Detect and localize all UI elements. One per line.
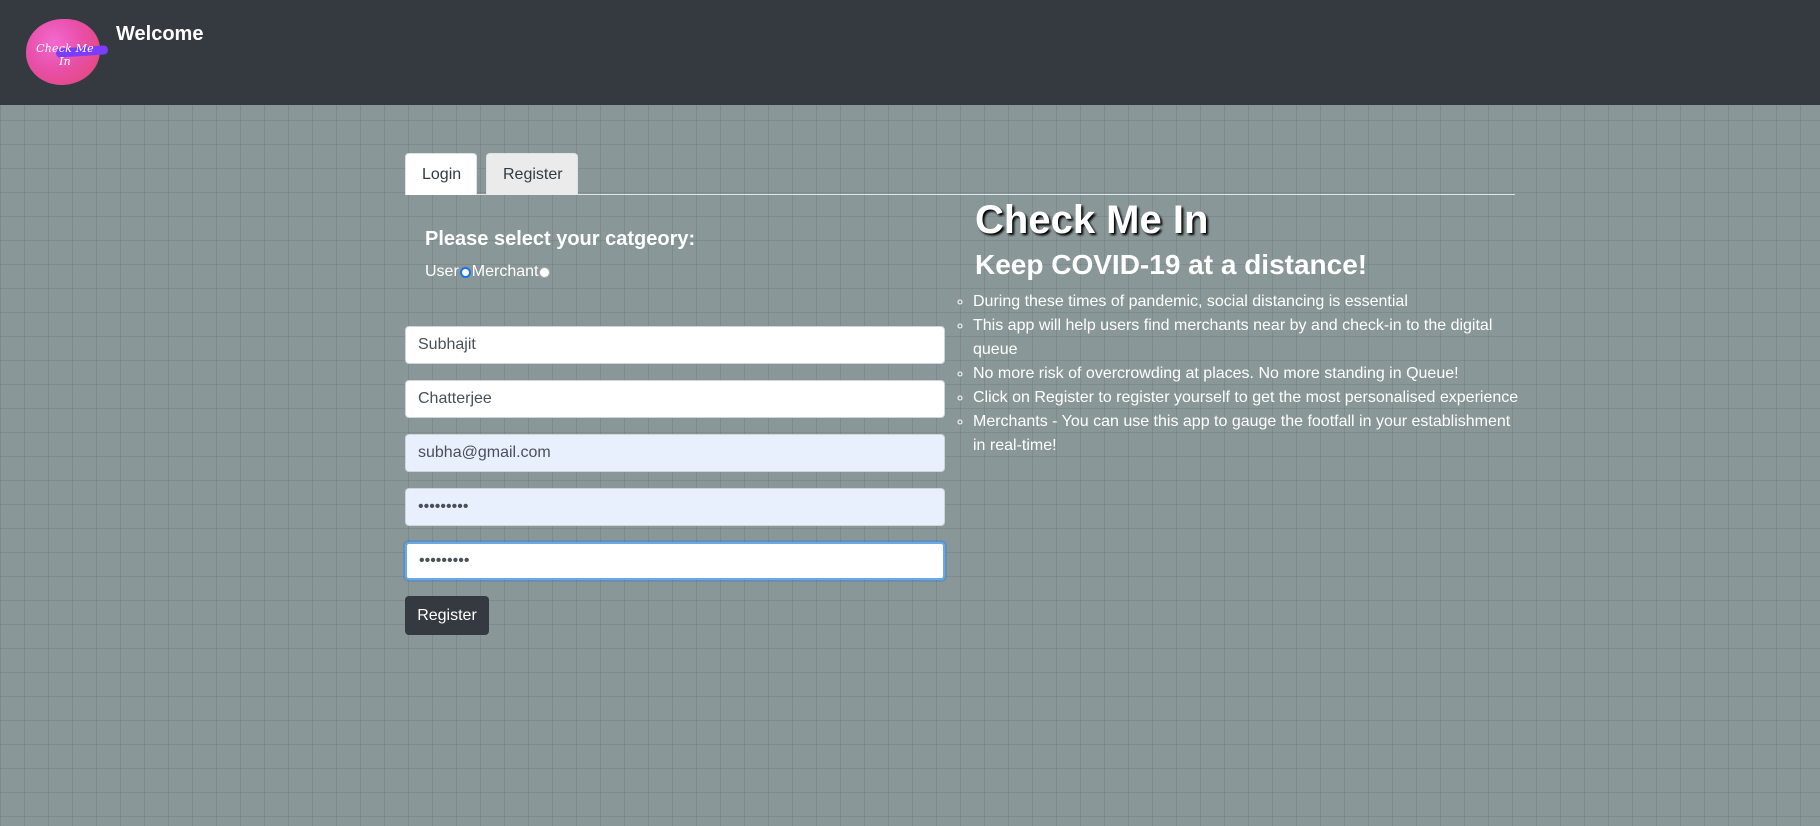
info-bullet: Click on Register to register yourself t…	[973, 386, 1520, 410]
merchant-radio-label: Merchant	[471, 263, 539, 280]
email-field[interactable]	[405, 434, 945, 472]
info-bullet: During these times of pandemic, social d…	[973, 290, 1520, 314]
confirm-password-field[interactable]	[405, 542, 945, 580]
password-field[interactable]	[405, 488, 945, 526]
info-bullet: This app will help users find merchants …	[973, 314, 1520, 362]
info-panel: Check Me In Keep COVID-19 at a distance!…	[973, 196, 1520, 458]
info-bullet: No more risk of overcrowding at places. …	[973, 362, 1520, 386]
register-button[interactable]: Register	[405, 596, 489, 635]
user-radio-label: User	[425, 263, 459, 280]
first-name-field[interactable]	[405, 326, 945, 364]
top-navbar: Check Me In Welcome	[0, 0, 1820, 105]
info-list: During these times of pandemic, social d…	[955, 290, 1520, 458]
info-bullet: Merchants - You can use this app to gaug…	[973, 410, 1520, 458]
user-radio[interactable]	[459, 266, 471, 278]
last-name-field[interactable]	[405, 380, 945, 418]
category-heading: Please select your catgeory:	[425, 228, 696, 250]
info-title: Check Me In	[975, 198, 1209, 242]
category-selector: User Merchant	[425, 262, 551, 282]
logo-text: Check Me In	[36, 42, 94, 68]
tab-register[interactable]: Register	[486, 153, 578, 195]
navbar-brand[interactable]: Welcome	[116, 23, 203, 46]
auth-tabs: Login Register	[405, 153, 1515, 195]
app-logo[interactable]: Check Me In	[26, 19, 109, 85]
merchant-radio[interactable]	[539, 266, 551, 278]
info-subtitle: Keep COVID-19 at a distance!	[975, 249, 1368, 280]
tab-login[interactable]: Login	[405, 153, 477, 195]
